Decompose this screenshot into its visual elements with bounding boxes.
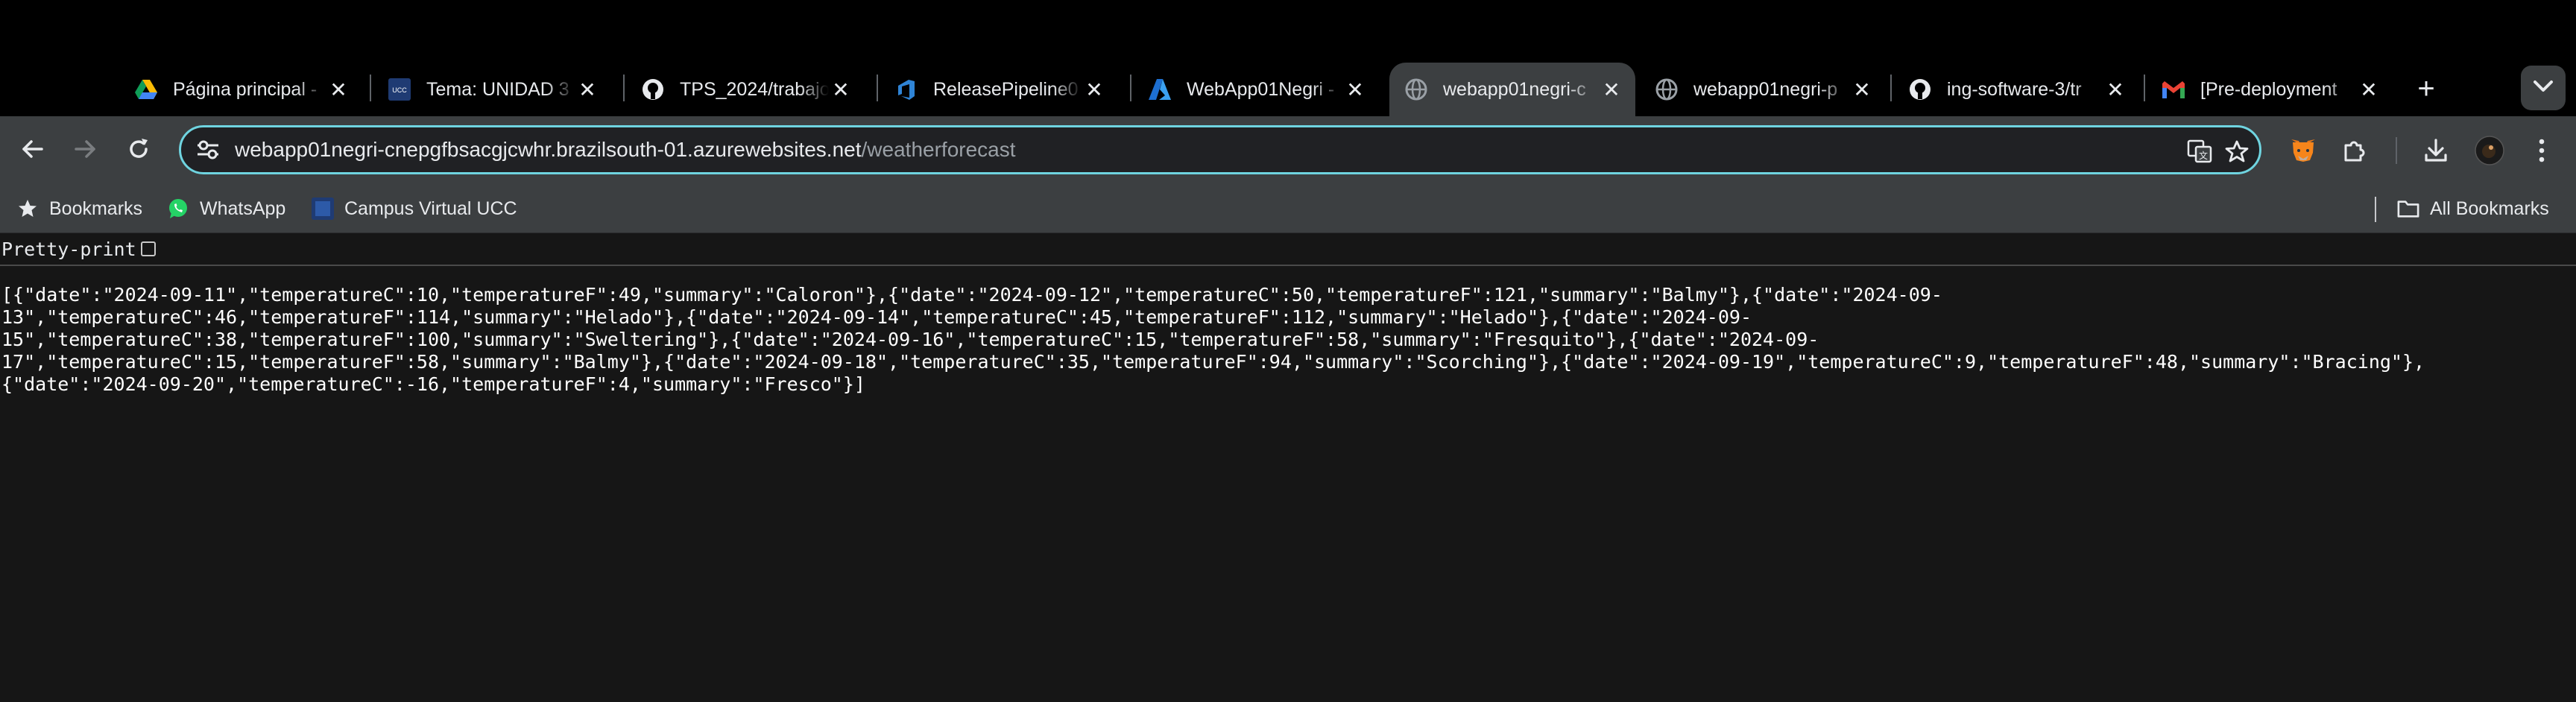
tab-pagina-principal[interactable]: Página principal - ✕ [119,63,362,116]
tab-title: ReleasePipeline0 [933,78,1079,100]
tab-title: TPS_2024/trabajo [680,78,829,100]
close-icon[interactable]: ✕ [1600,78,1623,101]
tab-title: Página principal - [173,78,318,100]
whatsapp-icon [167,197,189,220]
metamask-icon[interactable] [2287,134,2320,167]
tab-separator [2144,75,2145,101]
close-icon[interactable]: ✕ [829,78,853,101]
tab-title: ing-software-3/tr [1947,78,2082,100]
tab-search-button[interactable] [2521,66,2566,110]
arrow-right-icon [73,137,97,165]
json-line: {"date":"2024-09-20","temperatureC":-16,… [1,373,865,395]
pretty-print-label: Pretty-print [1,238,136,260]
tab-separator [877,75,878,101]
globe-icon [1404,78,1428,101]
tab-separator [370,75,371,101]
bookmark-bookmarks[interactable]: Bookmarks [16,194,142,224]
forward-button[interactable] [66,131,104,170]
ucc-icon [312,197,334,220]
tab-tps-2024[interactable]: TPS_2024/trabajo ✕ [626,63,865,116]
tab-webapp01negri-weatherforecast[interactable]: webapp01negri-c ✕ [1389,63,1635,116]
tab-title: Tema: UNIDAD 3 [426,78,569,100]
json-line: 15","temperatureC":38,"temperatureF":100… [1,329,1819,350]
chevron-down-icon [2533,80,2554,97]
extensions-icon[interactable] [2337,134,2370,167]
svg-text:文: 文 [2199,150,2208,161]
svg-text:UCC: UCC [392,86,407,94]
github-icon [641,78,665,101]
reload-button[interactable] [119,131,158,170]
tab-title: [Pre-deployment [2200,78,2337,100]
site-info-icon[interactable] [195,136,221,163]
page-content: Pretty-print [{"date":"2024-09-11","temp… [0,233,2576,702]
close-icon[interactable]: ✕ [1850,78,1874,101]
toolbar-divider [2396,137,2397,164]
tab-strip: Página principal - ✕ UCC Tema: UNIDAD 3 … [0,0,2576,116]
json-response: [{"date":"2024-09-11","temperatureC":10,… [1,284,2566,396]
tab-ing-software-3[interactable]: ing-software-3/tr ✕ [1893,63,2139,116]
close-icon[interactable]: ✕ [2357,78,2381,101]
bookmark-star-icon[interactable] [2223,138,2250,165]
bookmark-label: WhatsApp [200,197,286,219]
translate-icon[interactable]: 文 [2186,138,2213,165]
pretty-print-checkbox[interactable] [140,241,156,256]
tab-separator [1890,75,1892,101]
google-drive-icon [134,78,158,101]
bookmark-campus-virtual-ucc[interactable]: Campus Virtual UCC [312,194,517,224]
arrow-left-icon [21,137,45,165]
tab-title: WebApp01Negri - [1187,78,1335,100]
ucc-icon: UCC [388,78,411,101]
tab-pre-deployment[interactable]: [Pre-deployment ✕ [2147,63,2393,116]
azure-icon [1148,78,1172,101]
browser-toolbar: webapp01negri-cnepgfbsacgjcwhr.brazilsou… [0,116,2576,185]
close-icon[interactable]: ✕ [1343,78,1367,101]
globe-icon [1655,78,1679,101]
close-icon[interactable]: ✕ [1082,78,1106,101]
bookmark-whatsapp[interactable]: WhatsApp [167,194,285,224]
all-bookmarks-button[interactable]: All Bookmarks [2397,194,2549,224]
close-icon[interactable]: ✕ [326,78,350,101]
tab-webapp01negri-azure[interactable]: WebApp01Negri - ✕ [1133,63,1379,116]
url-host: webapp01negri-cnepgfbsacgjcwhr.brazilsou… [235,138,862,161]
pretty-print-bar: Pretty-print [0,233,2576,266]
new-tab-button[interactable]: + [2408,70,2445,107]
url-path: /weatherforecast [861,138,1016,161]
json-line: 13","temperatureC":46,"temperatureF":114… [1,306,1752,328]
close-icon[interactable]: ✕ [2103,78,2127,101]
bookmark-label: Campus Virtual UCC [344,197,517,219]
tab-title: webapp01negri-p [1693,78,1838,100]
gmail-icon [2162,78,2185,101]
star-icon [16,197,39,220]
tab-webapp01negri-p[interactable]: webapp01negri-p ✕ [1640,63,1886,116]
tab-title: webapp01negri-c [1443,78,1586,100]
tab-release-pipeline[interactable]: ReleasePipeline0 ✕ [880,63,1118,116]
reload-icon [127,137,151,165]
download-icon[interactable] [2419,134,2452,167]
json-line: [{"date":"2024-09-11","temperatureC":10,… [1,284,1942,306]
url-text: webapp01negri-cnepgfbsacgjcwhr.brazilsou… [235,138,1016,162]
github-icon [1908,78,1932,101]
bookmarks-bar: Bookmarks WhatsApp Campus Virtual UCC Al… [0,185,2576,233]
back-button[interactable] [13,131,52,170]
tab-separator [1130,75,1131,101]
close-icon[interactable]: ✕ [575,78,599,101]
tab-tema-unidad-3[interactable]: UCC Tema: UNIDAD 3 ✕ [373,63,611,116]
more-options-icon[interactable] [2525,134,2558,167]
all-bookmarks-label: All Bookmarks [2430,197,2549,219]
azure-devops-icon [894,78,918,101]
tab-separator [623,75,625,101]
bookmarks-divider [2375,197,2376,222]
address-bar[interactable]: webapp01negri-cnepgfbsacgjcwhr.brazilsou… [179,125,2261,174]
folder-icon [2397,197,2419,220]
profile-avatar[interactable] [2473,134,2506,167]
json-line: 17","temperatureC":15,"temperatureF":58,… [1,351,2425,373]
bookmark-label: Bookmarks [49,197,143,219]
